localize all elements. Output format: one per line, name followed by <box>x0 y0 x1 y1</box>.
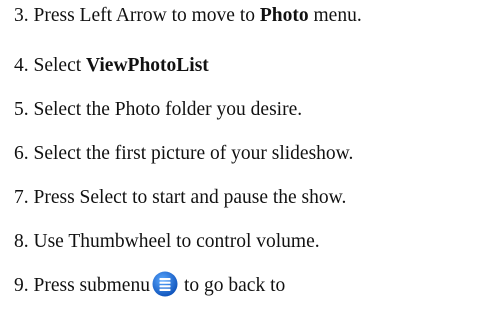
step-number: 8. <box>14 231 29 252</box>
step-number: 9. <box>14 275 29 296</box>
step-text: Press Left Arrow to move to <box>33 5 260 26</box>
step-text-end: to go back to <box>183 275 286 296</box>
step-text: Select the Photo folder you desire. <box>33 99 303 120</box>
step-number: 3. <box>14 5 29 26</box>
step-number: 4. <box>14 55 29 76</box>
step-text: Select the first picture of your slidesh… <box>33 143 354 164</box>
step-8: 8. Use Thumbwheel to control volume. <box>14 220 362 264</box>
step-6: 6. Select the first picture of your slid… <box>14 132 362 176</box>
step-text: Use Thumbwheel to control volume. <box>33 231 320 252</box>
step-9: 9. Press submenu to go back to <box>14 264 362 308</box>
step-number: 5. <box>14 99 29 120</box>
step-bold-term: ViewPhotoList <box>86 55 209 76</box>
step-7: 7. Press Select to start and pause the s… <box>14 176 362 220</box>
step-5: 5. Select the Photo folder you desire. <box>14 88 362 132</box>
step-number: 6. <box>14 143 29 164</box>
step-number: 7. <box>14 187 29 208</box>
step-bold-term: Photo <box>259 5 309 26</box>
submenu-icon <box>152 271 178 297</box>
step-text: Press submenu <box>33 275 150 296</box>
step-4: 4. Select ViewPhotoList <box>14 44 362 88</box>
step-3: 3. Press Left Arrow to move to Photo men… <box>14 0 362 44</box>
step-text-end: menu. <box>308 5 362 26</box>
step-text: Select <box>33 55 87 76</box>
step-text: Press Select to start and pause the show… <box>33 187 347 208</box>
instruction-steps: 3. Press Left Arrow to move to Photo men… <box>14 0 362 308</box>
